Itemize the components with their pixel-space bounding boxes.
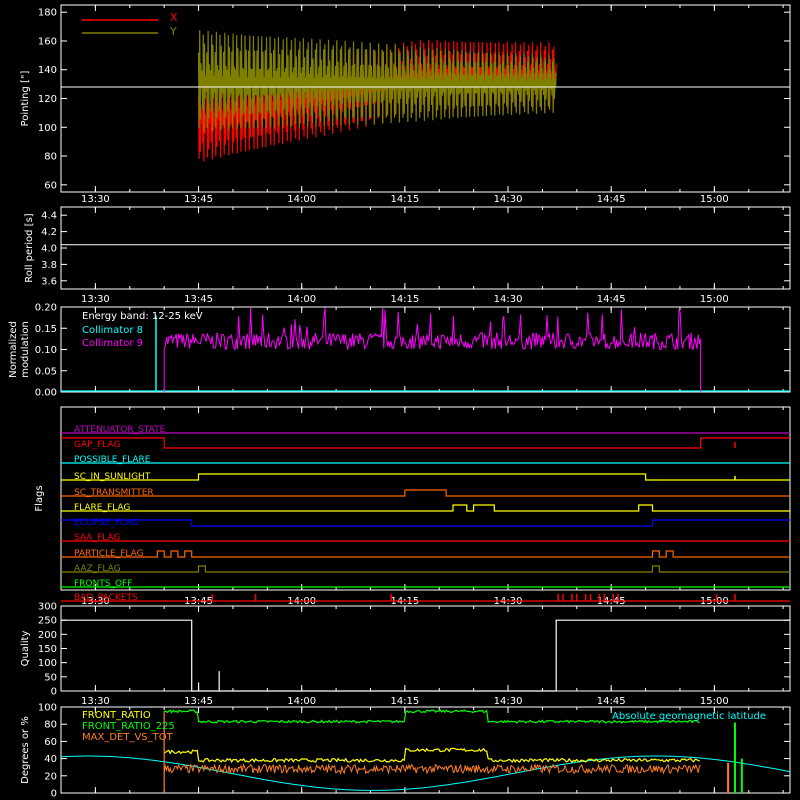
y-tick-label: 50 xyxy=(44,672,57,683)
x-tick-label: 14:45 xyxy=(597,294,626,305)
x-tick-label: 14:30 xyxy=(494,696,523,707)
flag-trace-sc-in-sunlight xyxy=(61,473,790,481)
legend-y-label: Y xyxy=(169,25,177,38)
legend-front-ratio: FRONT_RATIO xyxy=(82,710,151,721)
y-tick-label: 3.8 xyxy=(41,260,57,271)
x-tick-label: 15:00 xyxy=(700,696,729,707)
collimator-9-line xyxy=(163,307,702,392)
flag-trace-aaz-flag xyxy=(61,565,790,573)
quality-ylabel: Quality xyxy=(20,631,31,667)
y-tick-label: 80 xyxy=(44,720,57,731)
x-tick-label: 13:45 xyxy=(184,294,213,305)
quality-panel xyxy=(60,605,791,692)
x-tick-label: 15:00 xyxy=(700,194,729,205)
y-tick-label: 100 xyxy=(38,123,57,134)
y-tick-label: 0.20 xyxy=(35,303,57,314)
modulation-ylabel-line1: Normalized xyxy=(8,321,19,378)
flag-trace-eclipse-flag xyxy=(61,519,790,527)
y-tick-label: 0.05 xyxy=(35,366,57,377)
y-tick-label: 4.4 xyxy=(41,211,57,222)
roll-panel xyxy=(60,206,791,290)
y-tick-label: 0.15 xyxy=(35,324,57,335)
y-tick-label: 0.10 xyxy=(35,345,57,356)
modulation-ylabel-line2: modulation xyxy=(20,321,31,378)
x-tick-label: 13:30 xyxy=(81,194,110,205)
x-tick-label: 14:30 xyxy=(494,194,523,205)
y-tick-label: 80 xyxy=(44,152,57,163)
y-tick-label: 60 xyxy=(44,180,57,191)
energy-band-annotation: Energy band: 12-25 keV xyxy=(82,311,203,322)
y-tick-label: 60 xyxy=(44,737,57,748)
x-tick-label: 14:00 xyxy=(287,294,316,305)
y-tick-label: 0.00 xyxy=(35,388,57,399)
y-tick-label: 0 xyxy=(51,687,57,698)
x-tick-label: 15:00 xyxy=(700,294,729,305)
y-tick-label: 100 xyxy=(38,658,57,669)
x-tick-label: 14:15 xyxy=(390,294,419,305)
y-tick-label: 0 xyxy=(51,789,57,800)
x-tick-label: 14:00 xyxy=(287,194,316,205)
x-tick-label: 14:15 xyxy=(390,696,419,707)
flags-panel xyxy=(60,406,791,591)
x-tick-label: 14:45 xyxy=(597,194,626,205)
flag-trace-particle-flag xyxy=(61,550,790,558)
x-tick-label: 14:00 xyxy=(287,696,316,707)
chart-figure: 13:30 13:45 14:00 14:15 14:30 14:45 15:00 60 80 1… xyxy=(0,0,800,800)
y-tick-label: 200 xyxy=(38,630,57,641)
flags-ylabel: Flags xyxy=(34,485,45,511)
x-tick-label: 14:45 xyxy=(597,696,626,707)
y-tick-label: 100 xyxy=(38,703,57,714)
x-tick-label: 13:45 xyxy=(184,696,213,707)
x-tick-label: 13:45 xyxy=(184,194,213,205)
y-tick-label: 160 xyxy=(38,36,57,47)
roll-ylabel: Roll period [s] xyxy=(24,213,35,282)
flag-trace-gap-flag xyxy=(61,437,790,449)
y-tick-label: 150 xyxy=(38,644,57,655)
y-tick-label: 3.6 xyxy=(41,276,57,287)
flag-trace-flare-flag xyxy=(61,504,790,512)
geomagnetic-latitude-annotation: Absolute geomagnetic latitude xyxy=(612,711,766,722)
legend-collimator-9: Collimator 9 xyxy=(82,338,143,349)
x-tick-label: 13:30 xyxy=(81,294,110,305)
y-tick-label: 140 xyxy=(38,65,57,76)
rates-ylabel: Degrees or % xyxy=(20,716,31,784)
y-tick-label: 180 xyxy=(38,8,57,19)
chart-canvas: 13:30 13:45 14:00 14:15 14:30 14:45 15:00 60 80 1… xyxy=(8,4,791,800)
legend-front-ratio-225: FRONT_RATIO_225 xyxy=(82,721,175,732)
x-tick-label: 14:30 xyxy=(494,294,523,305)
y-tick-label: 250 xyxy=(38,616,57,627)
y-tick-label: 120 xyxy=(38,94,57,105)
y-tick-label: 300 xyxy=(38,602,57,613)
flag-trace-sc-transmitter xyxy=(61,489,790,497)
y-tick-label: 4.2 xyxy=(41,227,57,238)
y-tick-label: 20 xyxy=(44,771,57,782)
x-tick-label: 14:15 xyxy=(390,194,419,205)
flag-label-gap-flag: GAP_FLAG xyxy=(74,440,120,450)
max-det-vs-tot-line xyxy=(163,763,701,775)
x-tick-label: 13:30 xyxy=(81,696,110,707)
pointing-ylabel: Pointing ["] xyxy=(20,70,31,126)
legend-max-det-vs-tot: MAX_DET_VS_TOT xyxy=(82,732,174,743)
front-ratio-line xyxy=(163,747,700,764)
legend-x-label: X xyxy=(170,11,178,24)
legend-collimator-8: Collimator 8 xyxy=(82,325,143,336)
quality-series-line xyxy=(61,619,790,692)
y-tick-label: 4.0 xyxy=(41,244,57,255)
y-tick-label: 40 xyxy=(44,754,57,765)
